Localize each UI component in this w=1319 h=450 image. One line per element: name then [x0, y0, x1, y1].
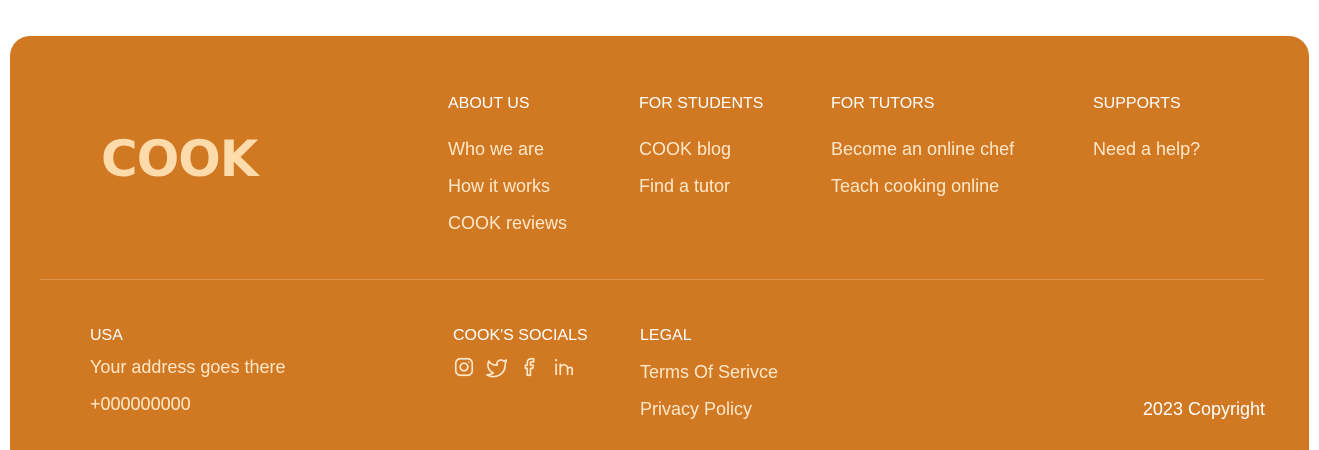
linkedin-icon[interactable]	[552, 356, 574, 378]
copyright-text: 2023 Copyright	[1142, 399, 1265, 419]
facebook-icon[interactable]	[519, 356, 541, 378]
footer-column-students: FOR STUDENTS COOK blog Find a tutor	[639, 94, 763, 212]
legal-title: LEGAL	[640, 327, 692, 344]
link-cook-blog[interactable]: COOK blog	[639, 138, 763, 160]
column-title-students: FOR STUDENTS	[639, 95, 764, 112]
contact-block: USA Your address goes there +000000000	[90, 326, 285, 415]
link-find-a-tutor[interactable]: Find a tutor	[639, 175, 763, 197]
instagram-icon[interactable]	[453, 356, 475, 378]
contact-address: Your address goes there	[90, 357, 286, 377]
column-title-about: ABOUT US	[448, 95, 530, 112]
link-terms-of-service[interactable]: Terms Of Serivce	[640, 361, 778, 383]
socials-title: COOK'S SOCIALS	[453, 327, 588, 344]
column-title-tutors: FOR TUTORS	[831, 95, 935, 112]
link-teach-cooking-online[interactable]: Teach cooking online	[831, 175, 1014, 197]
socials-block: COOK'S SOCIALS	[453, 326, 588, 378]
link-need-a-help[interactable]: Need a help?	[1093, 138, 1200, 160]
twitter-icon[interactable]	[486, 356, 508, 378]
footer-column-tutors: FOR TUTORS Become an online chef Teach c…	[831, 94, 1014, 212]
link-become-online-chef[interactable]: Become an online chef	[831, 138, 1014, 160]
link-how-it-works[interactable]: How it works	[448, 175, 567, 197]
brand-logo[interactable]: COOK	[101, 134, 258, 184]
footer-column-supports: SUPPORTS Need a help?	[1093, 94, 1200, 175]
footer-divider	[40, 279, 1264, 280]
link-cook-reviews[interactable]: COOK reviews	[448, 212, 567, 234]
footer-column-about: ABOUT US Who we are How it works COOK re…	[448, 94, 567, 249]
link-who-we-are[interactable]: Who we are	[448, 138, 567, 160]
column-title-supports: SUPPORTS	[1093, 95, 1181, 112]
link-privacy-policy[interactable]: Privacy Policy	[640, 398, 778, 420]
contact-country: USA	[90, 327, 123, 344]
site-footer: COOK ABOUT US Who we are How it works CO…	[10, 36, 1309, 450]
contact-phone[interactable]: +000000000	[90, 393, 285, 415]
legal-block: LEGAL Terms Of Serivce Privacy Policy	[640, 326, 778, 435]
